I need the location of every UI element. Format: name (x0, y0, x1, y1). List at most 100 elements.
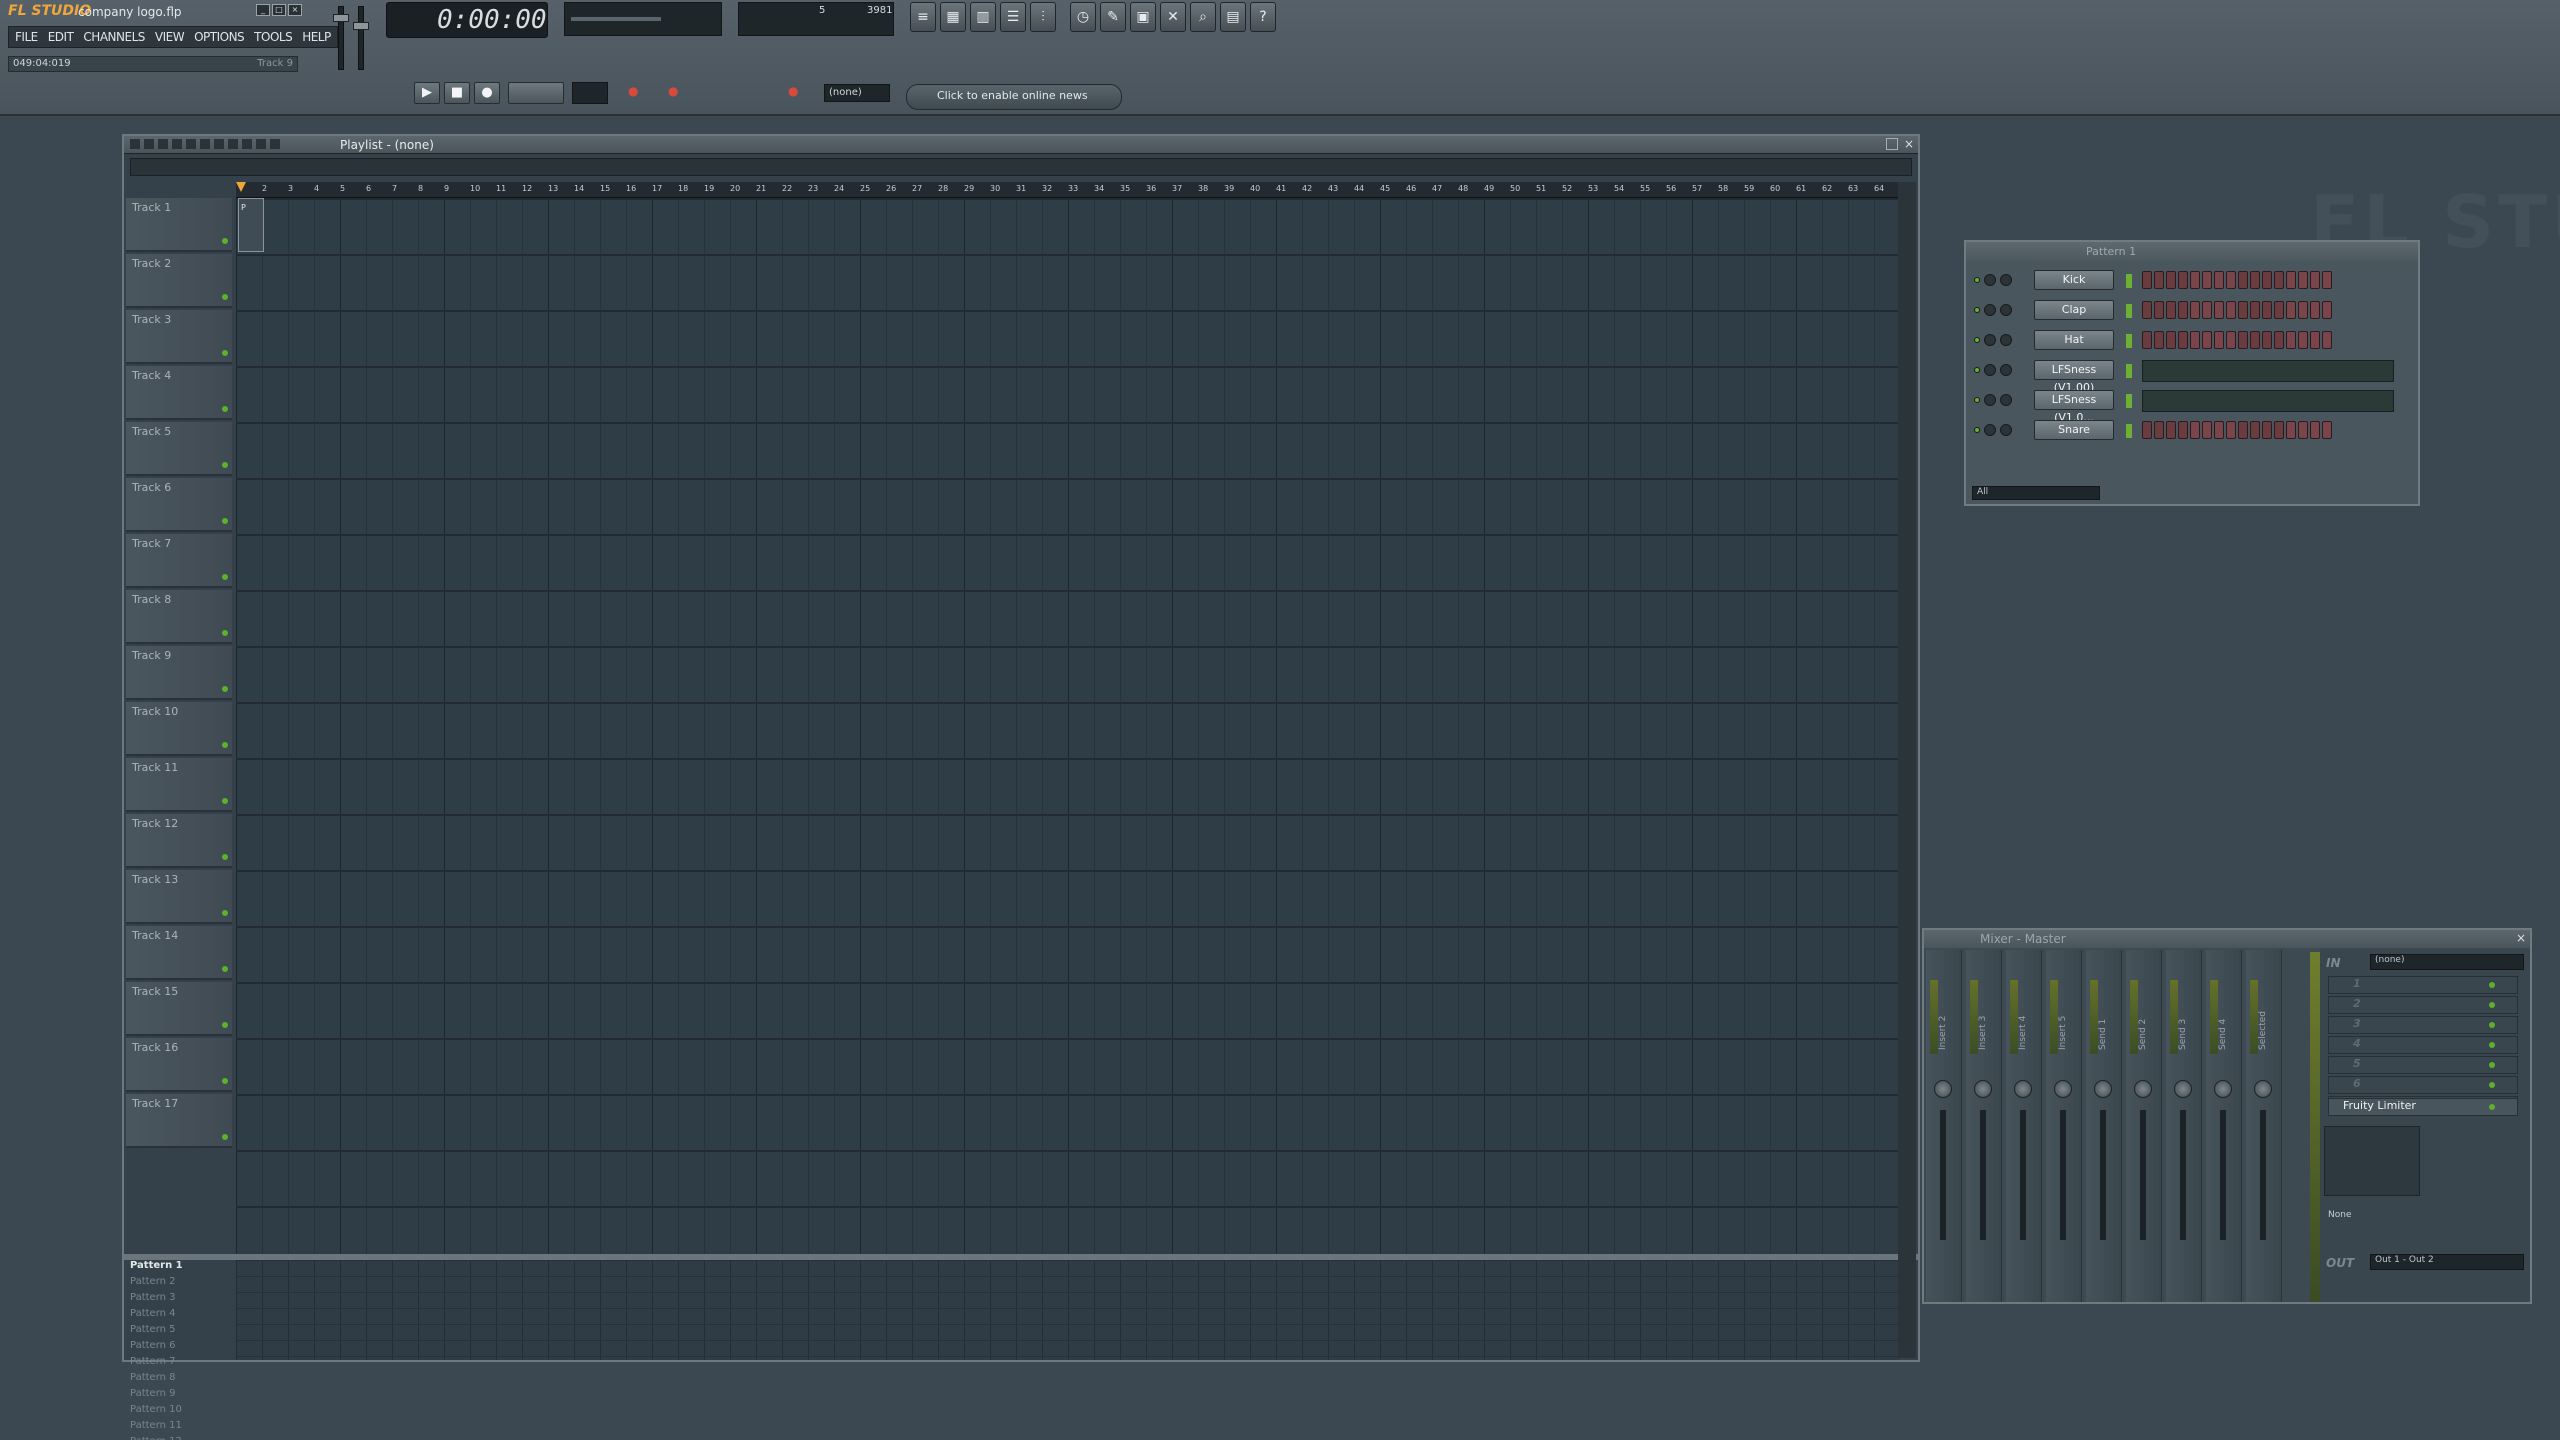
tempo-panel[interactable]: 5 3981 (738, 2, 894, 36)
step-button[interactable] (2226, 331, 2236, 349)
mixer-volume-fader[interactable] (2060, 1110, 2066, 1240)
playlist-vertical-scrollbar[interactable] (1898, 182, 1916, 1358)
channel-volume-knob[interactable] (2000, 394, 2012, 406)
piano-roll-preview[interactable] (2142, 390, 2394, 412)
step-sequencer-titlebar[interactable]: Pattern 1 (1966, 242, 2418, 262)
step-button[interactable] (2154, 421, 2164, 439)
channel-volume-knob[interactable] (2000, 304, 2012, 316)
track-header[interactable]: Track 14 (126, 926, 232, 980)
step-button[interactable] (2166, 421, 2176, 439)
track-enable-led[interactable] (222, 574, 228, 580)
track-header[interactable]: Track 2 (126, 254, 232, 308)
output-select[interactable]: Out 1 - Out 2 (2370, 1254, 2524, 1270)
mixer-pan-knob[interactable] (1974, 1080, 1992, 1098)
snap-icon[interactable] (144, 139, 154, 149)
step-button[interactable] (2202, 271, 2212, 289)
blend-recording-icon[interactable]: ● (788, 84, 798, 98)
metronome-icon[interactable]: ● (668, 84, 678, 98)
step-button[interactable] (2226, 301, 2236, 319)
fx-slot[interactable]: 6 (2328, 1076, 2518, 1094)
master-pitch-knob[interactable] (353, 22, 369, 30)
close-icon[interactable]: × (288, 4, 302, 16)
playlist-timeline-ruler[interactable]: 2 3 4 5 6 7 8 9 10 11 12 13 14 15 16 17 18 19 20 21 22 23 24 25… (236, 182, 1900, 198)
step-button[interactable] (2262, 301, 2272, 319)
delete-icon[interactable] (186, 139, 196, 149)
eq-graph[interactable] (2324, 1126, 2420, 1196)
record-toggle-icon[interactable]: ● (628, 84, 638, 98)
track-header[interactable]: Track 15 (126, 982, 232, 1036)
step-button[interactable] (2190, 421, 2200, 439)
pattern-list-item[interactable]: Pattern 10 (126, 1404, 230, 1420)
track-header[interactable]: Track 8 (126, 590, 232, 644)
step-button[interactable] (2262, 421, 2272, 439)
fx-slot-active[interactable]: Fruity Limiter (2328, 1098, 2518, 1116)
step-button[interactable] (2154, 271, 2164, 289)
step-button[interactable] (2178, 331, 2188, 349)
channel-pan-knob[interactable] (1984, 304, 1996, 316)
pattern-list-item[interactable]: Pattern 7 (126, 1356, 230, 1372)
slip-icon[interactable] (214, 139, 224, 149)
fx-enable-led[interactable] (2489, 1022, 2495, 1028)
maximize-icon[interactable] (1886, 138, 1898, 150)
close-icon[interactable]: × (1904, 137, 1914, 151)
mixer-track[interactable]: Send 2 (2126, 950, 2162, 1302)
track-enable-led[interactable] (222, 518, 228, 524)
step-button[interactable] (2274, 271, 2284, 289)
channel-pan-knob[interactable] (1984, 424, 1996, 436)
step-button[interactable] (2238, 421, 2248, 439)
playlist-window-icon[interactable]: ≡ (910, 2, 936, 32)
channel-pan-knob[interactable] (1984, 364, 1996, 376)
fx-slot[interactable]: 1 (2328, 976, 2518, 994)
piano-roll-icon[interactable]: ▥ (970, 2, 996, 32)
record-button[interactable]: ● (474, 82, 500, 104)
step-button[interactable] (2250, 271, 2260, 289)
mixer-volume-fader[interactable] (2100, 1110, 2106, 1240)
track-enable-led[interactable] (222, 294, 228, 300)
step-button[interactable] (2250, 301, 2260, 319)
step-button[interactable] (2142, 271, 2152, 289)
mixer-volume-fader[interactable] (2180, 1110, 2186, 1240)
menu-edit[interactable]: EDIT (44, 29, 78, 45)
fx-slot[interactable]: 5 (2328, 1056, 2518, 1074)
channel-mute-led[interactable] (1974, 367, 1980, 373)
track-header[interactable]: Track 11 (126, 758, 232, 812)
step-button[interactable] (2298, 271, 2308, 289)
step-button[interactable] (2250, 331, 2260, 349)
tempo-tap[interactable] (572, 82, 608, 104)
menu-options[interactable]: OPTIONS (190, 29, 248, 45)
step-button[interactable] (2322, 331, 2332, 349)
step-button[interactable] (2310, 271, 2320, 289)
playlist-grid[interactable]: P (236, 198, 1900, 1256)
fx-enable-led[interactable] (2489, 1062, 2495, 1068)
play-button[interactable]: ▶ (414, 82, 440, 104)
track-header[interactable]: Track 16 (126, 1038, 232, 1092)
step-button[interactable] (2202, 421, 2212, 439)
track-enable-led[interactable] (222, 350, 228, 356)
pattern-selector[interactable]: (none) (824, 84, 890, 102)
fx-slot[interactable]: 3 (2328, 1016, 2518, 1034)
menu-file[interactable]: FILE (11, 29, 42, 45)
mixer-volume-fader[interactable] (2220, 1110, 2226, 1240)
step-button[interactable] (2262, 331, 2272, 349)
select-icon[interactable] (242, 139, 252, 149)
recording-options[interactable]: ● ● ● (628, 84, 818, 108)
pattern-list-item[interactable]: Pattern 5 (126, 1324, 230, 1340)
channel-name-button[interactable]: Hat (2034, 330, 2114, 350)
channel-name-button[interactable]: Clap (2034, 300, 2114, 320)
pattern-clip[interactable]: P (238, 198, 264, 252)
mixer-track[interactable]: Send 3 (2166, 950, 2202, 1302)
step-button[interactable] (2262, 271, 2272, 289)
help-icon[interactable]: ? (1250, 2, 1276, 32)
step-button[interactable] (2214, 301, 2224, 319)
channel-select-led[interactable] (2126, 304, 2132, 318)
input-select[interactable]: (none) (2370, 954, 2524, 970)
playback-icon[interactable] (270, 139, 280, 149)
browser-icon[interactable]: ☰ (1000, 2, 1026, 32)
zoom-icon[interactable] (256, 139, 266, 149)
piano-roll-preview[interactable] (2142, 360, 2394, 382)
pattern-list-item[interactable]: Pattern 1 (126, 1260, 230, 1276)
track-header[interactable]: Track 3 (126, 310, 232, 364)
track-enable-led[interactable] (222, 742, 228, 748)
step-button[interactable] (2214, 421, 2224, 439)
mute-icon[interactable] (200, 139, 210, 149)
